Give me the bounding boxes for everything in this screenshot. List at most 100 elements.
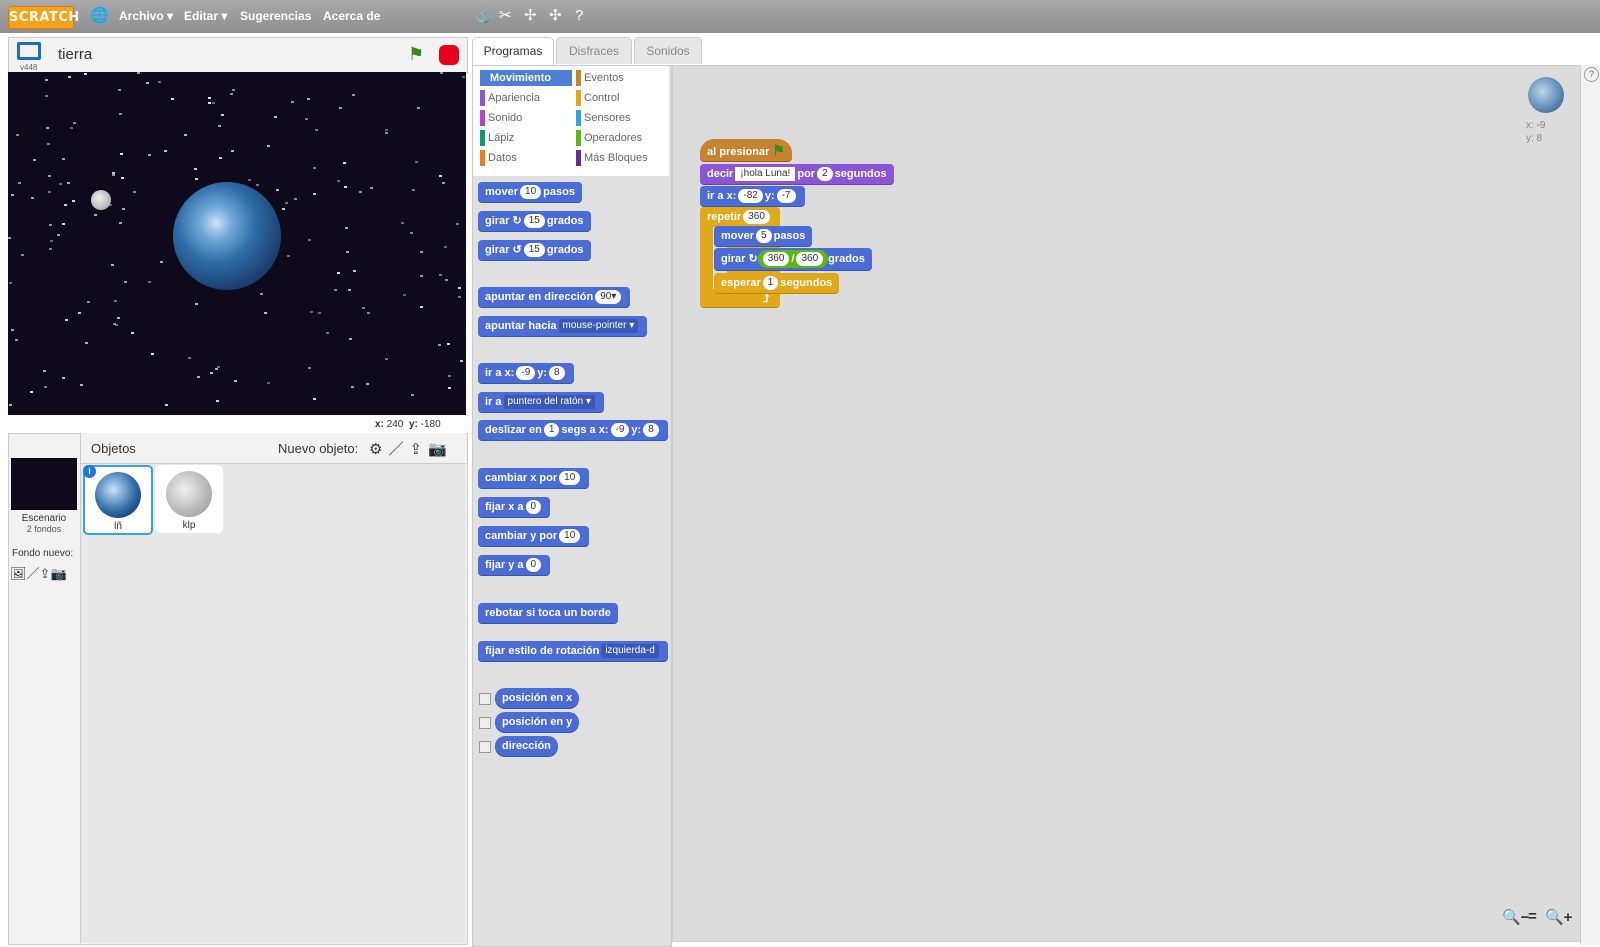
new-sprite-tools: ⚙／⇪📷 [369, 438, 453, 459]
upload-sprite-icon[interactable]: ⇪ [409, 441, 428, 458]
block-move[interactable]: mover 10 pasos [478, 182, 582, 202]
backdrop-library-icon[interactable]: 🖼 [10, 566, 27, 581]
sprite-thumb-moon[interactable]: klp [155, 465, 223, 533]
block-repeat[interactable]: repetir 360 [700, 207, 779, 227]
menu-file[interactable]: Archivo ▾ [119, 9, 173, 23]
version-label: v448 [20, 63, 38, 72]
star [11, 329, 14, 331]
sprite-library-icon[interactable]: ⚙ [369, 441, 388, 458]
scratch-logo[interactable]: SCRATCH [8, 6, 79, 29]
menu-about[interactable]: Acerca de [323, 9, 380, 23]
tab-sounds[interactable]: Sonidos [634, 37, 702, 64]
block-turn-left[interactable]: girar ↺ 15 grados [478, 240, 591, 260]
zoom-out-icon[interactable]: 🔍− [1502, 908, 1529, 926]
block-bounce[interactable]: rebotar si toca un borde [478, 603, 618, 623]
block-point-direction[interactable]: apuntar en dirección 90▾ [478, 287, 631, 307]
upload-icon[interactable]: ⇪ [40, 566, 51, 581]
block-glide[interactable]: deslizar en 1 segs a x: -9 y: 8 [478, 420, 668, 440]
star [131, 332, 134, 334]
star [274, 116, 277, 118]
shrink-icon[interactable]: ✣ [549, 8, 562, 24]
backdrop-tools: 🖼／⇪📷 [10, 563, 67, 582]
block-move-script[interactable]: mover 5 pasos [714, 226, 813, 246]
checkbox-direction[interactable] [479, 741, 491, 753]
tab-costumes[interactable]: Disfraces [556, 37, 632, 64]
star [447, 343, 450, 345]
block-wait[interactable]: esperar 1 segundos [714, 273, 840, 293]
block-point-towards[interactable]: apuntar hacia mouse-pointer ▾ [478, 316, 648, 336]
star [234, 380, 237, 382]
zoom-reset-icon[interactable]: = [1528, 908, 1537, 925]
block-goto[interactable]: ir a puntero del ratón ▾ [478, 392, 604, 412]
reporter-direction[interactable]: dirección [495, 736, 558, 756]
category-more-blocks[interactable]: Más Bloques [576, 150, 666, 166]
star [94, 214, 97, 216]
paint-sprite-icon[interactable]: ／ [388, 441, 409, 458]
info-icon[interactable]: i [83, 465, 96, 478]
zoom-in-icon[interactable]: 🔍+ [1545, 908, 1572, 926]
category-looks[interactable]: Apariencia [480, 90, 570, 106]
globe-icon[interactable]: 🌐 [90, 8, 109, 24]
project-title[interactable]: tierra [58, 46, 92, 63]
duplicate-icon[interactable]: ⚓ [474, 8, 493, 24]
reporter-y-position[interactable]: posición en y [495, 712, 580, 732]
block-goto-xy-script[interactable]: ir a x: -82 y: -7 [700, 186, 805, 206]
star [353, 270, 356, 272]
sprite-list [81, 464, 466, 943]
category-sound[interactable]: Sonido [480, 110, 570, 126]
star [21, 254, 24, 256]
help-circle-icon[interactable]: ? [1584, 67, 1599, 82]
paint-icon[interactable]: ／ [27, 566, 40, 581]
new-sprite-label: Nuevo objeto: [278, 441, 359, 456]
star [308, 367, 311, 369]
category-operators[interactable]: Operadores [576, 130, 666, 146]
block-turn-script[interactable]: girar ↻ 360/360 grados [714, 248, 872, 270]
block-change-x[interactable]: cambiar x por 10 [478, 468, 590, 488]
stop-icon[interactable] [439, 45, 459, 65]
stage-thumbnail[interactable] [11, 458, 77, 510]
camera-icon[interactable]: 📷 [50, 566, 66, 581]
checkbox-x-position[interactable] [479, 693, 491, 705]
menu-tips[interactable]: Sugerencias [240, 9, 311, 23]
star [439, 274, 442, 276]
star [460, 360, 463, 362]
tab-scripts[interactable]: Programas [472, 37, 554, 66]
star [49, 248, 52, 250]
green-flag-icon[interactable]: ⚑ [408, 44, 424, 65]
star [305, 118, 308, 120]
block-say[interactable]: decir ¡hola Luna! por 2 segundos [700, 164, 894, 184]
block-goto-xy[interactable]: ir a x: -9 y: 8 [478, 363, 574, 383]
moon-sprite[interactable] [91, 190, 111, 210]
grow-icon[interactable]: ✢ [524, 8, 537, 24]
category-data[interactable]: Datos [480, 150, 570, 166]
help-icon[interactable]: ? [575, 8, 583, 24]
category-control[interactable]: Control [576, 90, 666, 106]
star [50, 240, 53, 242]
block-turn-right[interactable]: girar ↻ 15 grados [478, 211, 591, 231]
script-area[interactable] [672, 65, 1582, 942]
star [171, 98, 174, 100]
star [440, 72, 443, 74]
block-set-x[interactable]: fijar x a0 [478, 497, 551, 517]
category-sensing[interactable]: Sensores [576, 110, 666, 126]
star [294, 198, 297, 200]
category-pen[interactable]: Lápiz [480, 130, 570, 146]
menu-edit[interactable]: Editar ▾ [184, 9, 227, 23]
stage-canvas[interactable] [8, 72, 466, 415]
star [120, 153, 123, 155]
category-events[interactable]: Eventos [576, 70, 666, 86]
reporter-x-position[interactable]: posición en x [495, 688, 580, 708]
earth-sprite[interactable] [173, 182, 281, 290]
block-rotation-style[interactable]: fijar estilo de rotación izquierda-d [478, 641, 668, 661]
star [84, 73, 87, 75]
block-change-y[interactable]: cambiar y por 10 [478, 526, 590, 546]
operator-divide[interactable]: 360/360 [757, 250, 829, 269]
fullscreen-icon[interactable] [17, 42, 41, 60]
hat-when-flag[interactable]: al presionar ⚑ [700, 139, 792, 161]
camera-sprite-icon[interactable]: 📷 [428, 441, 453, 458]
delete-icon[interactable]: ✂ [499, 8, 512, 24]
star [403, 294, 406, 296]
category-motion[interactable]: Movimiento [480, 70, 572, 86]
block-set-y[interactable]: fijar y a0 [478, 555, 551, 575]
checkbox-y-position[interactable] [479, 717, 491, 729]
